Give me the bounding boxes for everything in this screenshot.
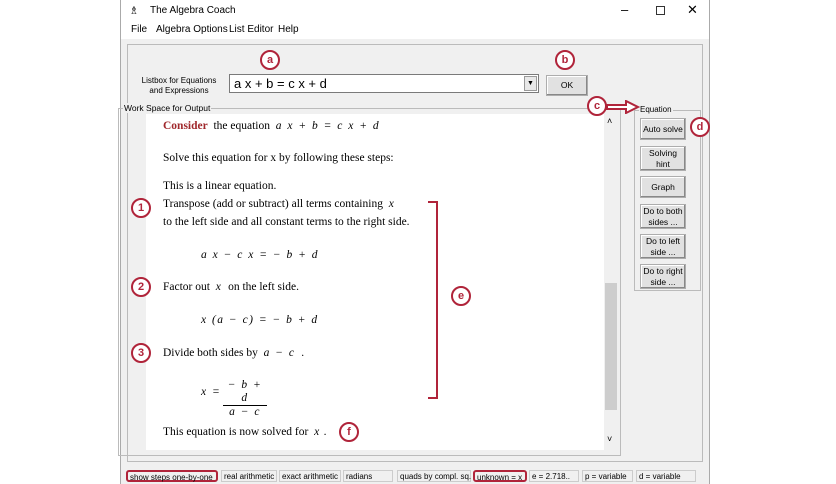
status-unknown[interactable]: unknown = x bbox=[473, 470, 527, 482]
status-p[interactable]: p = variable bbox=[582, 470, 633, 482]
annotation-e: e bbox=[451, 286, 471, 306]
right-side-label1: Do to right bbox=[643, 265, 683, 276]
step1-line1: Transpose (add or subtract) all terms co… bbox=[163, 198, 395, 210]
solve-instruction: Solve this equation for x by following t… bbox=[163, 152, 394, 164]
ok-button[interactable]: OK bbox=[546, 75, 588, 96]
solving-hint-label1: Solving bbox=[649, 147, 677, 158]
annotation-b: b bbox=[555, 50, 575, 70]
step3-expr: a − c bbox=[263, 347, 296, 359]
menu-algebra-options[interactable]: Algebra Options bbox=[156, 24, 228, 35]
solving-hint-label2: hint bbox=[656, 158, 670, 169]
scroll-up-icon[interactable]: ˄ bbox=[607, 116, 612, 126]
step1-var: x bbox=[388, 198, 396, 210]
equation-combobox[interactable]: a x + b = c x + d ▼ bbox=[229, 74, 539, 93]
equation-step1: a x − c x = − b + d bbox=[201, 249, 319, 261]
equation-step2: x (a − c) = − b + d bbox=[201, 314, 319, 326]
right-side-label2: side ... bbox=[650, 276, 676, 287]
menu-bar: File Algebra Options List Editor Help bbox=[121, 22, 709, 39]
annotation-1: 1 bbox=[131, 198, 151, 218]
status-show-steps[interactable]: show steps one-by-one bbox=[126, 470, 218, 482]
annotation-2: 2 bbox=[131, 277, 151, 297]
annotation-a: a bbox=[260, 50, 280, 70]
workspace-output: Consider the equation a x + b = c x + d … bbox=[146, 114, 618, 450]
app-window: ♗ The Algebra Coach – ✕ File Algebra Opt… bbox=[118, 0, 710, 484]
workspace-scrollbar[interactable]: ˄ ˅ bbox=[604, 114, 618, 450]
consider-text: the equation bbox=[213, 120, 271, 132]
equation-panel-title: Equation bbox=[639, 105, 673, 114]
do-to-left-side-button[interactable]: Do to left side ... bbox=[640, 234, 686, 259]
solved-line: This equation is now solved for x . bbox=[163, 426, 326, 438]
annotation-f: f bbox=[339, 422, 359, 442]
status-e[interactable]: e = 2.718.. bbox=[529, 470, 579, 482]
graph-button[interactable]: Graph bbox=[640, 176, 686, 198]
listbox-label-line2: and Expressions bbox=[149, 86, 209, 95]
annotation-c: c bbox=[587, 96, 607, 116]
workspace-title: Work Space for Output bbox=[123, 103, 212, 113]
minimize-icon[interactable]: – bbox=[621, 2, 628, 17]
linear-note: This is a linear equation. bbox=[163, 180, 277, 192]
scroll-down-icon[interactable]: ˅ bbox=[607, 434, 612, 444]
do-to-right-side-button[interactable]: Do to right side ... bbox=[640, 264, 686, 289]
annotation-3: 3 bbox=[131, 343, 151, 363]
status-exact-arithmetic[interactable]: exact arithmetic bbox=[279, 470, 341, 482]
solving-hint-button[interactable]: Solving hint bbox=[640, 146, 686, 171]
chevron-down-icon[interactable]: ▼ bbox=[524, 76, 537, 91]
annotation-arrow-icon bbox=[606, 100, 640, 114]
scrollbar-thumb[interactable] bbox=[605, 283, 617, 410]
fraction-denominator: a − c bbox=[229, 406, 261, 418]
left-side-label2: side ... bbox=[650, 246, 676, 257]
app-icon: ♗ bbox=[129, 5, 139, 17]
menu-help[interactable]: Help bbox=[278, 24, 299, 35]
left-side-label1: Do to left bbox=[645, 235, 681, 246]
step2-text-b: on the left side. bbox=[228, 281, 299, 293]
close-icon[interactable]: ✕ bbox=[687, 2, 698, 18]
step2-var: x bbox=[215, 281, 223, 293]
fraction-numerator: − b + d bbox=[223, 379, 267, 406]
consider-line: Consider the equation a x + b = c x + d bbox=[163, 120, 380, 132]
graph-label: Graph bbox=[651, 181, 675, 192]
solved-var: x bbox=[314, 426, 321, 438]
step3-line: Divide both sides by a − c . bbox=[163, 347, 304, 359]
menu-file[interactable]: File bbox=[131, 24, 147, 35]
do-to-both-sides-button[interactable]: Do to both sides ... bbox=[640, 204, 686, 229]
listbox-label-line1: Listbox for Equations bbox=[141, 76, 217, 85]
menu-list-editor[interactable]: List Editor bbox=[229, 24, 273, 35]
auto-solve-button[interactable]: Auto solve bbox=[640, 118, 686, 140]
step3-text-a: Divide both sides by bbox=[163, 347, 258, 359]
title-bar: ♗ The Algebra Coach – ✕ bbox=[121, 0, 709, 22]
solved-text: This equation is now solved for bbox=[163, 426, 309, 438]
maximize-icon[interactable] bbox=[656, 6, 665, 15]
status-radians[interactable]: radians bbox=[343, 470, 393, 482]
status-real-arithmetic[interactable]: real arithmetic bbox=[221, 470, 277, 482]
equation-step3-fraction: − b + d a − c bbox=[223, 379, 267, 419]
status-quads[interactable]: quads by compl. sq. bbox=[397, 470, 471, 482]
annotation-d: d bbox=[690, 117, 710, 137]
equation-step3-lhs: x = bbox=[201, 386, 222, 398]
equation-initial: a x + b = c x + d bbox=[275, 120, 381, 132]
solved-period: . bbox=[323, 426, 327, 438]
step1-line2: to the left side and all constant terms … bbox=[163, 216, 410, 228]
step1-text: Transpose (add or subtract) all terms co… bbox=[163, 198, 383, 210]
status-d[interactable]: d = variable bbox=[636, 470, 696, 482]
combobox-value[interactable]: a x + b = c x + d bbox=[234, 76, 327, 91]
annotation-bracket bbox=[428, 201, 438, 399]
consider-word: Consider bbox=[163, 120, 208, 132]
auto-solve-label: Auto solve bbox=[643, 123, 683, 134]
step2-text-a: Factor out bbox=[163, 281, 210, 293]
both-sides-label1: Do to both bbox=[643, 205, 683, 216]
both-sides-label2: sides ... bbox=[648, 216, 678, 227]
step3-text-b: . bbox=[301, 347, 305, 359]
window-title: The Algebra Coach bbox=[150, 5, 236, 16]
step2-line: Factor out x on the left side. bbox=[163, 281, 299, 293]
listbox-label: Listbox for Equations and Expressions bbox=[141, 76, 217, 96]
